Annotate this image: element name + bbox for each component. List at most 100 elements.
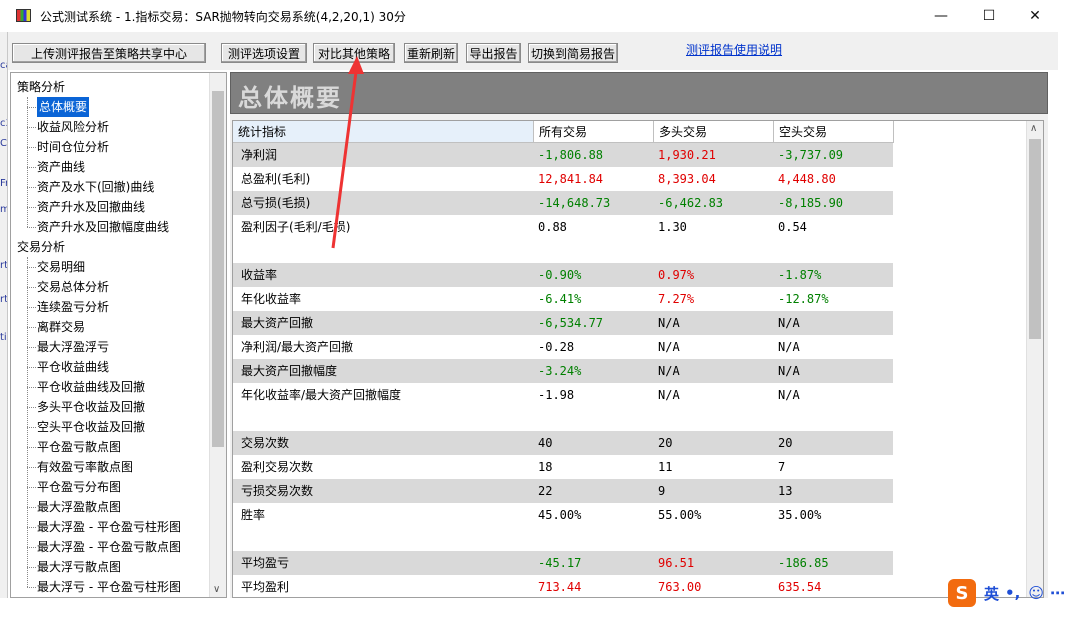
table-cell: -186.85: [778, 556, 829, 570]
table-cell: N/A: [778, 316, 800, 330]
tree-item[interactable]: 平仓盈亏分布图: [37, 477, 121, 497]
navigation-tree: ∨ 策略分析 总体概要 收益风险分析 时间仓位分析 资产曲线 资产及水下(回撤)曲线 资产升…: [10, 72, 227, 598]
tree-item[interactable]: 最大浮亏 - 平仓盈亏柱形图: [37, 577, 181, 597]
tree-connector: [27, 287, 36, 288]
tree-item[interactable]: 平仓收益曲线及回撤: [37, 377, 145, 397]
close-button[interactable]: ✕: [1012, 0, 1058, 32]
test-options-button[interactable]: 测评选项设置: [221, 43, 307, 63]
background-text-fragment: Fr: [0, 178, 7, 189]
minimize-button[interactable]: —: [918, 0, 964, 32]
table-cell: 1.30: [658, 220, 687, 234]
tree-item[interactable]: 资产曲线: [37, 157, 85, 177]
background-window-edge: ca c3 C Fr mi rt rt tic: [0, 32, 8, 618]
toolbar: 上传测评报告至策略共享中心 测评选项设置 对比其他策略 重新刷新 导出报告 切换…: [8, 32, 1058, 70]
chevron-up-icon[interactable]: ∧: [1030, 123, 1037, 134]
tree-item[interactable]: 资产及水下(回撤)曲线: [37, 177, 154, 197]
tree-connector: [27, 187, 36, 188]
stats-grid: 统计指标 所有交易 多头交易 空头交易 净利润 -1,806.88 1,930.21…: [232, 120, 1044, 598]
tree-group[interactable]: 交易分析: [17, 237, 65, 257]
table-cell: 45.00%: [538, 508, 582, 522]
tree-scrollbar-thumb[interactable]: [212, 91, 224, 447]
table-cell: 0.88: [538, 220, 567, 234]
emoji-icon[interactable]: ☺: [1028, 584, 1044, 602]
table-row: 年化收益率/最大资产回撤幅度 -1.98 N/A N/A: [233, 383, 893, 407]
tree-item[interactable]: 收益风险分析: [37, 117, 109, 137]
tree-item[interactable]: 多头平仓收益及回撤: [37, 397, 145, 417]
tree-item[interactable]: 最大浮盈 - 平仓盈亏散点图: [37, 537, 181, 557]
table-cell: 20: [778, 436, 793, 450]
tree-connector: [27, 267, 36, 268]
more-icon[interactable]: ⋯: [1050, 584, 1065, 602]
switch-simple-report-button[interactable]: 切换到简易报告: [528, 43, 618, 63]
table-row: 收益率 -0.90% 0.97% -1.87%: [233, 263, 893, 287]
table-row: 总盈利(毛利) 12,841.84 8,393.04 4,448.80: [233, 167, 893, 191]
tree-item[interactable]: 最大浮盈 - 平仓盈亏柱形图: [37, 517, 181, 537]
tree-item[interactable]: 连续盈亏分析: [37, 297, 109, 317]
table-cell: 96.51: [658, 556, 695, 570]
table-cell: 0.97%: [658, 268, 695, 282]
tree-item[interactable]: 最大浮盈浮亏: [37, 337, 109, 357]
table-row: [233, 407, 893, 431]
row-label: 收益率: [241, 268, 278, 282]
column-header-short[interactable]: 空头交易: [774, 121, 894, 143]
tree-connector: [27, 327, 36, 328]
table-cell: -14,648.73: [538, 196, 611, 210]
tree-item[interactable]: 最大浮亏散点图: [37, 557, 121, 577]
main-panel: 总体概要 统计指标 所有交易 多头交易 空头交易 净利润 -1,806.88 1,9…: [230, 72, 1048, 598]
table-row: 净利润 -1,806.88 1,930.21 -3,737.09: [233, 143, 893, 167]
ime-language-toggle[interactable]: 英: [984, 583, 999, 604]
background-text-fragment: rt: [0, 260, 8, 271]
table-cell: 713.44: [538, 580, 582, 594]
grid-scrollbar[interactable]: ∧: [1026, 121, 1043, 597]
maximize-button[interactable]: ☐: [966, 0, 1012, 32]
upload-report-button[interactable]: 上传测评报告至策略共享中心: [12, 43, 206, 63]
tree-item[interactable]: 平仓收益曲线: [37, 357, 109, 377]
column-header-metric[interactable]: 统计指标: [233, 121, 534, 143]
table-cell: 635.54: [778, 580, 822, 594]
table-cell: 18: [538, 460, 553, 474]
tree-item[interactable]: 空头平仓收益及回撤: [37, 417, 145, 437]
tree-connector: [27, 307, 36, 308]
row-label: 盈利交易次数: [241, 460, 314, 474]
row-label: 净利润: [241, 148, 278, 162]
table-cell: N/A: [658, 364, 680, 378]
tree-item[interactable]: 交易明细: [37, 257, 85, 277]
row-label: 年化收益率/最大资产回撤幅度: [241, 388, 402, 402]
column-header-all[interactable]: 所有交易: [534, 121, 654, 143]
chevron-down-icon[interactable]: ∨: [213, 584, 220, 595]
tree-item[interactable]: 有效盈亏率散点图: [37, 457, 133, 477]
grid-scrollbar-thumb[interactable]: [1029, 139, 1041, 339]
help-link[interactable]: 测评报告使用说明: [686, 41, 782, 58]
tree-group[interactable]: 策略分析: [17, 77, 65, 97]
ime-toolbar[interactable]: S 英 •, ☺ ⋯: [948, 576, 1066, 610]
tree-item[interactable]: 离群交易: [37, 317, 85, 337]
export-report-button[interactable]: 导出报告: [466, 43, 521, 63]
ime-punctuation-toggle[interactable]: •,: [1005, 584, 1020, 602]
tree-item[interactable]: 最大浮盈散点图: [37, 497, 121, 517]
app-icon: [16, 9, 31, 22]
tree-item[interactable]: 资产升水及回撤曲线: [37, 197, 145, 217]
tree-connector: [27, 587, 36, 588]
compare-strategy-button[interactable]: 对比其他策略: [313, 43, 395, 63]
table-cell: -3.24%: [538, 364, 582, 378]
tree-item[interactable]: 平仓盈亏散点图: [37, 437, 121, 457]
tree-connector: [27, 527, 36, 528]
table-cell: 7: [778, 460, 786, 474]
tree-connector: [27, 227, 36, 228]
table-cell: 9: [658, 484, 666, 498]
refresh-button[interactable]: 重新刷新: [404, 43, 458, 63]
column-header-long[interactable]: 多头交易: [654, 121, 774, 143]
table-cell: -1.87%: [778, 268, 822, 282]
tree-item[interactable]: 交易总体分析: [37, 277, 109, 297]
table-cell: 0.54: [778, 220, 807, 234]
table-row: 最大资产回撤幅度 -3.24% N/A N/A: [233, 359, 893, 383]
tree-item[interactable]: 总体概要: [37, 97, 90, 117]
tree-item[interactable]: 资产升水及回撤幅度曲线: [37, 217, 169, 237]
tree-item[interactable]: 时间仓位分析: [37, 137, 109, 157]
table-cell: 4,448.80: [778, 172, 836, 186]
table-row: 年化收益率 -6.41% 7.27% -12.87%: [233, 287, 893, 311]
tree-scrollbar[interactable]: ∨: [209, 73, 226, 597]
sogou-logo-icon[interactable]: S: [948, 579, 976, 607]
tree-connector: [27, 97, 28, 227]
table-cell: -0.28: [538, 340, 575, 354]
